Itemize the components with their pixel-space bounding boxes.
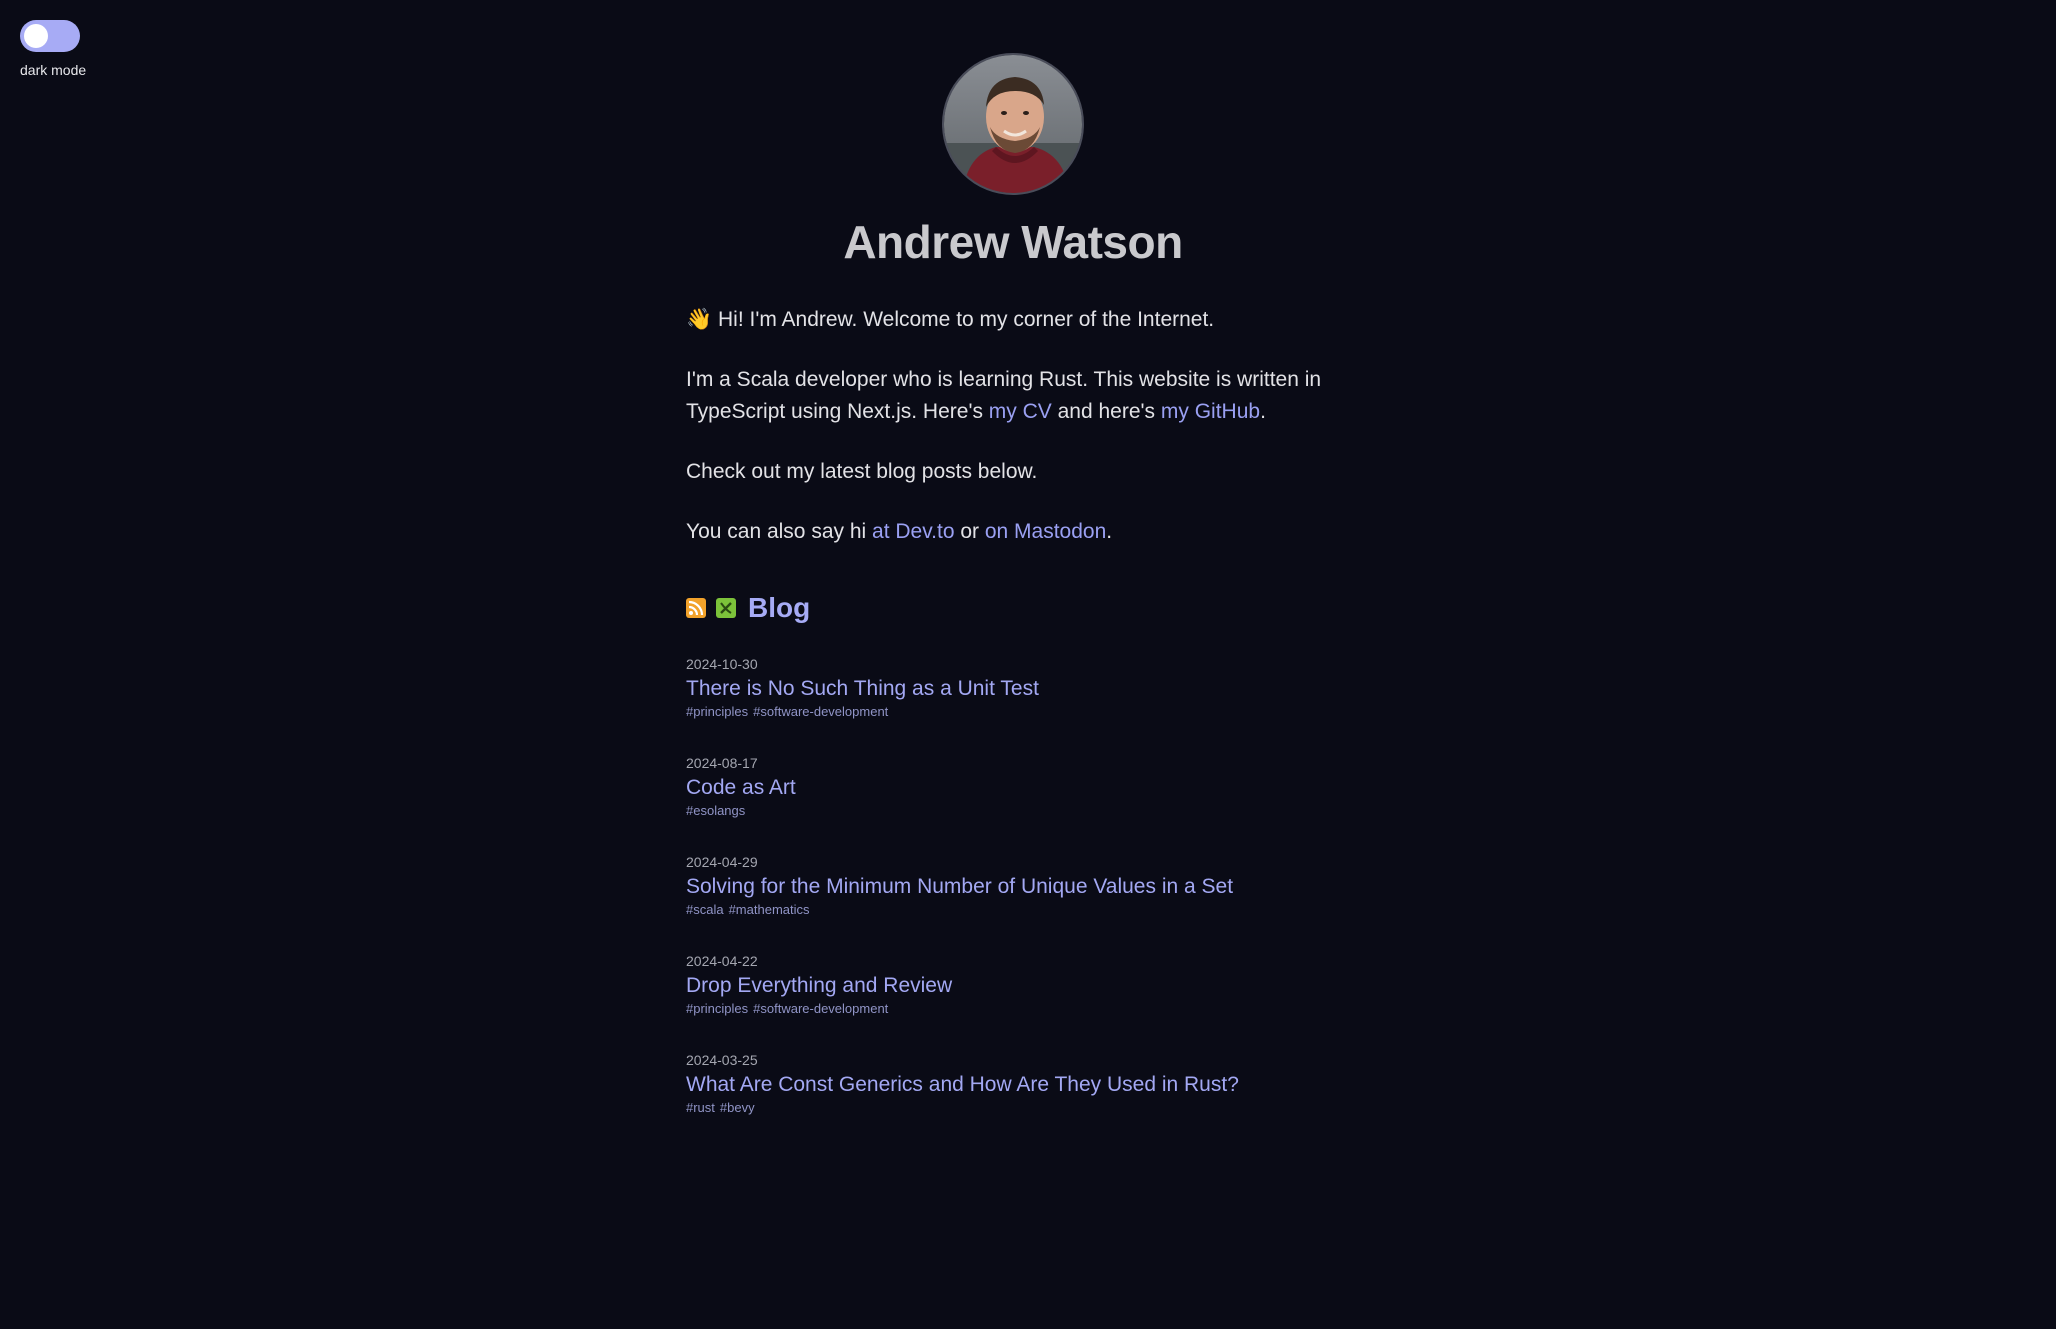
post-tags: #principles #software-development (686, 704, 1370, 720)
post-title-link[interactable]: Drop Everything and Review (686, 971, 1370, 1001)
list-item: 2024-04-22 Drop Everything and Review #p… (686, 953, 1370, 1017)
tag-link[interactable]: #esolangs (686, 803, 745, 818)
list-item: 2024-03-25 What Are Const Generics and H… (686, 1052, 1370, 1116)
post-date: 2024-03-25 (686, 1052, 758, 1068)
mastodon-link[interactable]: on Mastodon (985, 520, 1106, 543)
profile-avatar (942, 53, 1084, 195)
tag-link[interactable]: #software-development (753, 1001, 888, 1016)
tag-link[interactable]: #mathematics (729, 902, 810, 917)
list-item: 2024-10-30 There is No Such Thing as a U… (686, 656, 1370, 720)
profile-photo (944, 55, 1082, 193)
post-date: 2024-10-30 (686, 656, 758, 672)
post-tags: #esolangs (686, 803, 1370, 819)
cv-link[interactable]: my CV (989, 400, 1052, 423)
list-item: 2024-04-29 Solving for the Minimum Numbe… (686, 854, 1370, 918)
blog-post-list: 2024-10-30 There is No Such Thing as a U… (686, 656, 1370, 1116)
about-text-suffix: . (1260, 400, 1266, 423)
tag-link[interactable]: #software-development (753, 704, 888, 719)
list-item: 2024-08-17 Code as Art #esolangs (686, 755, 1370, 819)
greeting-text: Hi! I'm Andrew. Welcome to my corner of … (712, 308, 1215, 331)
tag-link[interactable]: #scala (686, 902, 724, 917)
atom-feed-icon[interactable] (716, 598, 736, 618)
tag-link[interactable]: #principles (686, 1001, 748, 1016)
post-date: 2024-08-17 (686, 755, 758, 771)
theme-toggle-group: dark mode (20, 20, 100, 78)
post-title-link[interactable]: Solving for the Minimum Number of Unique… (686, 872, 1370, 902)
toggle-knob (24, 24, 48, 48)
blog-header: Blog (686, 592, 1370, 624)
say-hi-paragraph: You can also say hi at Dev.to or on Mast… (686, 516, 1370, 548)
greeting-paragraph: 👋 Hi! I'm Andrew. Welcome to my corner o… (686, 304, 1370, 336)
blog-title[interactable]: Blog (748, 592, 810, 624)
page-title: Andrew Watson (843, 216, 1183, 268)
about-paragraph: I'm a Scala developer who is learning Ru… (686, 364, 1370, 428)
github-link[interactable]: my GitHub (1161, 400, 1260, 423)
post-title-link[interactable]: Code as Art (686, 773, 1370, 803)
waving-hand-icon: 👋 (686, 308, 713, 331)
blog-intro-paragraph: Check out my latest blog posts below. (686, 460, 1038, 483)
intro-section: 👋 Hi! I'm Andrew. Welcome to my corner o… (686, 304, 1370, 548)
tag-link[interactable]: #rust (686, 1100, 715, 1115)
say-hi-prefix: You can also say hi (686, 520, 873, 543)
post-date: 2024-04-29 (686, 854, 758, 870)
post-tags: #principles #software-development (686, 1001, 1370, 1017)
post-title-link[interactable]: What Are Const Generics and How Are They… (686, 1070, 1370, 1100)
main-content: Andrew Watson 👋 Hi! I'm Andrew. Welcome … (686, 53, 1370, 1151)
tag-link[interactable]: #principles (686, 704, 748, 719)
avatar-wrapper (656, 53, 1370, 195)
about-text-middle: and here's (1051, 400, 1161, 423)
say-hi-middle: or (954, 520, 985, 543)
tag-link[interactable]: #bevy (720, 1100, 755, 1115)
post-title-link[interactable]: There is No Such Thing as a Unit Test (686, 674, 1370, 704)
dark-mode-toggle[interactable] (20, 20, 80, 52)
rss-icon[interactable] (686, 598, 706, 618)
say-hi-suffix: . (1106, 520, 1113, 543)
post-tags: #rust #bevy (686, 1100, 1370, 1116)
post-tags: #scala #mathematics (686, 902, 1370, 918)
dark-mode-label: dark mode (20, 62, 87, 78)
post-date: 2024-04-22 (686, 953, 758, 969)
devto-link[interactable]: at Dev.to (872, 520, 954, 543)
